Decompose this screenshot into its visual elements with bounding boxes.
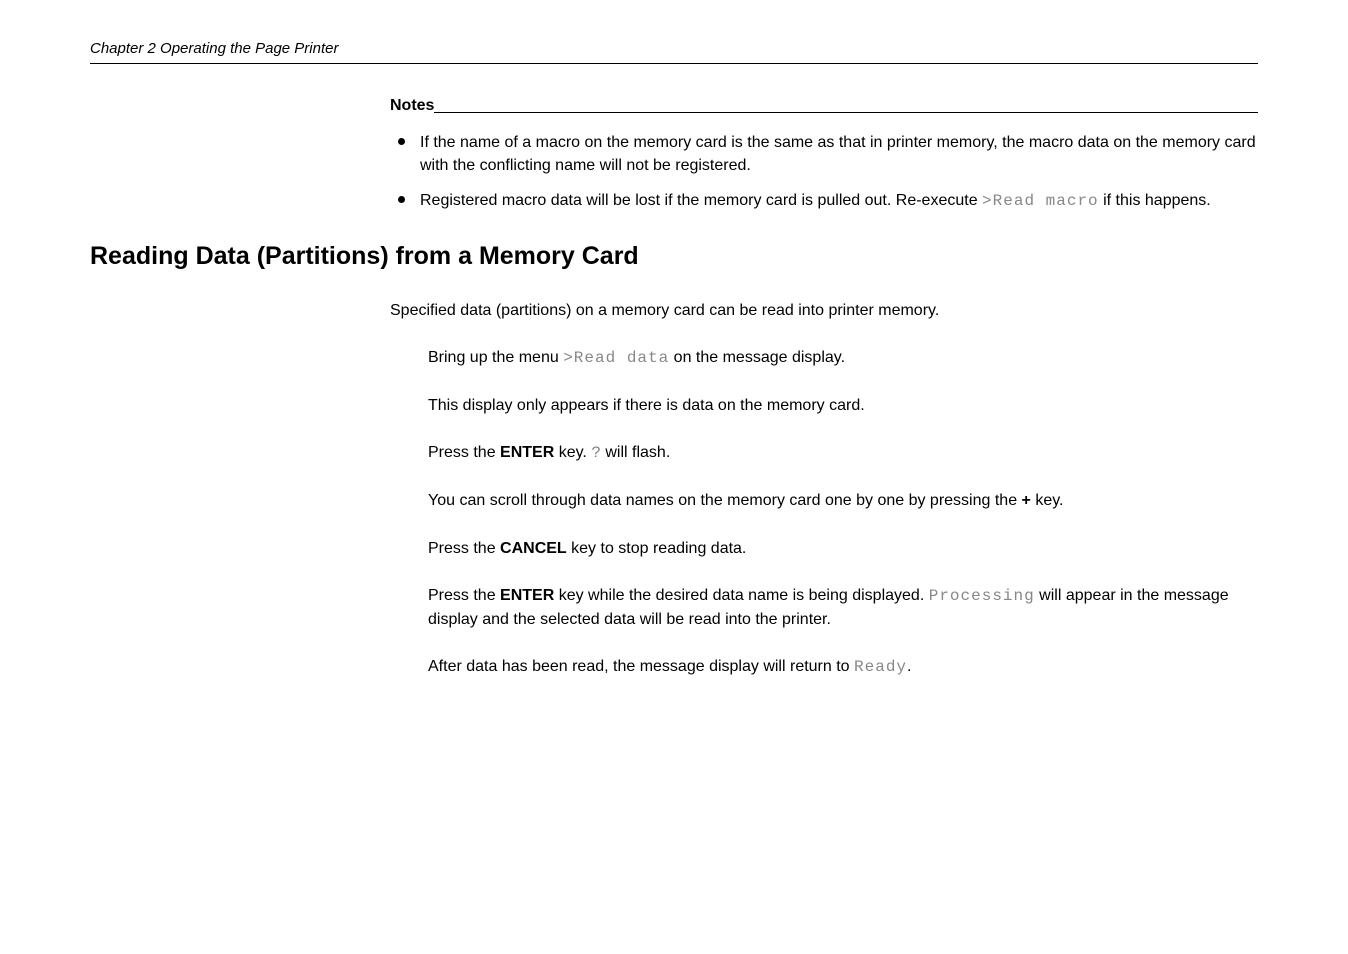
note-text: if this happens. — [1099, 192, 1211, 209]
step: Press the CANCEL key to stop reading dat… — [428, 537, 1258, 560]
notes-heading-row: Notes — [390, 94, 1258, 113]
notes-list: If the name of a macro on the memory car… — [390, 131, 1258, 214]
step-text: will flash. — [601, 444, 670, 461]
display-code: >Read macro — [982, 192, 1099, 210]
step-text: . — [907, 658, 911, 675]
step-text: Bring up the menu — [428, 349, 563, 366]
step: After data has been read, the message di… — [428, 655, 1258, 679]
notes-item: Registered macro data will be lost if th… — [390, 189, 1258, 213]
step: Press the ENTER key. ? will flash. — [428, 441, 1258, 465]
step: Bring up the menu >Read data on the mess… — [428, 346, 1258, 370]
step-text: This display only appears if there is da… — [428, 397, 865, 414]
step-text: Press the — [428, 540, 500, 557]
step: This display only appears if there is da… — [428, 394, 1258, 417]
section-heading: Reading Data (Partitions) from a Memory … — [90, 242, 1258, 271]
display-code: Processing — [929, 587, 1035, 605]
key-label: ENTER — [500, 444, 554, 461]
key-label: ENTER — [500, 587, 554, 604]
steps-block: Bring up the menu >Read data on the mess… — [428, 346, 1258, 680]
intro-text: Specified data (partitions) on a memory … — [390, 299, 1258, 322]
key-label: + — [1022, 492, 1031, 509]
display-code: >Read data — [563, 349, 669, 367]
notes-block: Notes If the name of a macro on the memo… — [390, 94, 1258, 214]
key-label: CANCEL — [500, 540, 567, 557]
step: You can scroll through data names on the… — [428, 489, 1258, 512]
flash-char: ? — [591, 444, 601, 462]
step-text: on the message display. — [669, 349, 845, 366]
step: Press the ENTER key while the desired da… — [428, 584, 1258, 631]
page-container: Chapter 2 Operating the Page Printer Not… — [0, 0, 1348, 679]
step-text: key. — [1031, 492, 1064, 509]
step-text: After data has been read, the message di… — [428, 658, 854, 675]
notes-heading: Notes — [390, 97, 434, 114]
display-code: Ready — [854, 658, 907, 676]
step-text: You can scroll through data names on the… — [428, 492, 1022, 509]
notes-item: If the name of a macro on the memory car… — [390, 131, 1258, 177]
page-header: Chapter 2 Operating the Page Printer — [90, 40, 1258, 64]
note-text: If the name of a macro on the memory car… — [420, 134, 1256, 174]
step-text: Press the — [428, 444, 500, 461]
step-text: key to stop reading data. — [567, 540, 747, 557]
section-body: Specified data (partitions) on a memory … — [390, 299, 1258, 680]
chapter-title: Chapter 2 Operating the Page Printer — [90, 40, 338, 57]
step-text: key while the desired data name is being… — [554, 587, 928, 604]
step-text: Press the — [428, 587, 500, 604]
note-text: Registered macro data will be lost if th… — [420, 192, 982, 209]
step-text: key. — [554, 444, 591, 461]
